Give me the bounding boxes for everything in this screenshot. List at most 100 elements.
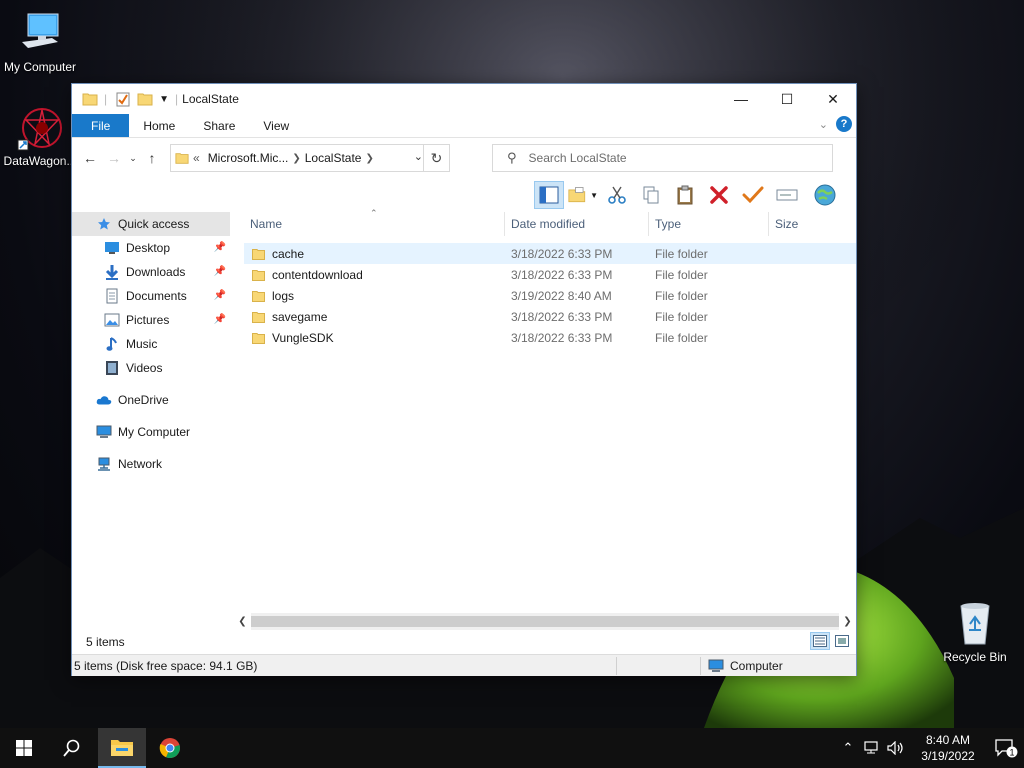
close-button[interactable]: ✕ — [810, 84, 856, 114]
address-bar[interactable]: « Microsoft.Mic... ❯ LocalState ❯ ⌄ ↻ — [170, 144, 450, 172]
file-name-cell[interactable]: savegame — [244, 310, 505, 324]
file-date: 3/19/2022 8:40 AM — [511, 288, 612, 303]
notification-icon: 1 — [995, 739, 1018, 758]
network-globe-button[interactable] — [810, 181, 840, 209]
file-name: VungleSDK — [272, 330, 334, 345]
file-type: File folder — [655, 246, 708, 261]
large-icons-view-button[interactable] — [832, 632, 852, 650]
desktop-icon-my-computer[interactable]: My Computer — [0, 10, 80, 74]
status-detail: 5 items (Disk free space: 94.1 GB) — [74, 658, 258, 673]
search-icon — [63, 739, 80, 757]
search-input[interactable]: ⚲ Search LocalState — [492, 144, 833, 172]
search-button[interactable] — [48, 728, 96, 768]
file-row[interactable]: VungleSDK 3/18/2022 6:33 PM File folder — [244, 327, 856, 348]
desktop-icon-recycle-bin[interactable]: Recycle Bin — [935, 600, 1015, 664]
forward-button[interactable]: → — [102, 146, 126, 170]
desktop-icon — [104, 240, 120, 256]
breadcrumb-chevron-icon[interactable]: ❯ — [292, 153, 300, 164]
downloads-icon — [104, 264, 120, 280]
nav-documents[interactable]: Documents 📌 — [72, 284, 230, 308]
column-header-date-modified[interactable]: Date modified — [505, 212, 649, 236]
file-date: 3/18/2022 6:33 PM — [511, 267, 613, 282]
command-toolbar: ▼ — [534, 179, 840, 211]
tab-home[interactable]: Home — [129, 114, 189, 137]
breadcrumb-segment[interactable]: LocalState — [305, 151, 362, 165]
tab-share[interactable]: Share — [189, 114, 249, 137]
horizontal-scrollbar[interactable]: ❮ ❯ — [234, 613, 856, 630]
clock-date: 3/19/2022 — [921, 749, 975, 763]
nav-my-computer[interactable]: My Computer — [72, 420, 230, 444]
scroll-left-icon[interactable]: ❮ — [234, 616, 251, 627]
address-dropdown-icon[interactable]: ⌄ — [414, 150, 423, 163]
copy-button[interactable] — [636, 181, 666, 209]
scroll-right-icon[interactable]: ❯ — [839, 616, 856, 627]
cut-button[interactable] — [602, 181, 632, 209]
file-name-cell[interactable]: VungleSDK — [244, 331, 505, 345]
desktop-icon-datawagon[interactable]: DataWagon... — [0, 104, 80, 168]
rename-button[interactable] — [772, 181, 802, 209]
file-row[interactable]: savegame 3/18/2022 6:33 PM File folder — [244, 306, 856, 327]
column-header-type[interactable]: Type — [649, 212, 769, 236]
nav-label: OneDrive — [118, 393, 169, 407]
nav-pictures[interactable]: Pictures 📌 — [72, 308, 230, 332]
select-button[interactable] — [738, 181, 768, 209]
action-center-button[interactable]: 1 — [988, 738, 1024, 758]
help-icon[interactable]: ? — [836, 116, 852, 132]
maximize-button[interactable]: ☐ — [764, 84, 810, 114]
nav-label: Pictures — [126, 313, 170, 327]
folder-icon — [252, 248, 265, 260]
nav-label: My Computer — [118, 425, 191, 439]
scroll-thumb[interactable] — [251, 616, 839, 627]
properties-icon[interactable] — [115, 91, 131, 107]
paste-button[interactable] — [670, 181, 700, 209]
start-button[interactable] — [0, 728, 48, 768]
scroll-track[interactable] — [251, 613, 839, 630]
taskbar: ⌃ 8:40 AM 3/19/2022 1 — [0, 728, 1024, 768]
pin-icon: 📌 — [213, 242, 226, 253]
documents-icon — [104, 288, 120, 304]
breadcrumb-overflow[interactable]: « — [193, 151, 200, 165]
item-count-bar: 5 items — [72, 632, 856, 652]
navigation-pane-button[interactable] — [534, 181, 564, 209]
tab-view[interactable]: View — [249, 114, 303, 137]
nav-onedrive[interactable]: OneDrive — [72, 388, 230, 412]
file-name-cell[interactable]: contentdownload — [244, 268, 505, 282]
recent-locations-icon[interactable]: ⌄ — [126, 146, 140, 170]
address-row: ← → ⌄ ↑ « Microsoft.Mic... ❯ LocalState … — [72, 138, 856, 178]
nav-downloads[interactable]: Downloads 📌 — [72, 260, 230, 284]
nav-desktop[interactable]: Desktop 📌 — [72, 236, 230, 260]
tab-file[interactable]: File — [72, 114, 130, 137]
minimize-button[interactable]: — — [718, 84, 764, 114]
file-name: contentdownload — [272, 267, 363, 282]
file-row[interactable]: contentdownload 3/18/2022 6:33 PM File fol… — [244, 264, 856, 285]
nav-videos[interactable]: Videos — [72, 356, 230, 380]
breadcrumb-chevron-icon[interactable]: ❯ — [365, 153, 373, 164]
refresh-button[interactable]: ↻ — [423, 145, 449, 171]
show-hidden-icons-icon[interactable]: ⌃ — [836, 740, 860, 756]
file-name-cell[interactable]: cache — [244, 247, 505, 261]
recycle-bin-icon — [951, 600, 999, 648]
file-row[interactable]: logs 3/19/2022 8:40 AM File folder — [244, 285, 856, 306]
delete-button[interactable] — [704, 181, 734, 209]
details-view-button[interactable] — [810, 632, 830, 650]
volume-icon[interactable] — [884, 741, 908, 755]
column-header-size[interactable]: Size — [769, 212, 849, 236]
file-row[interactable]: cache 3/18/2022 6:33 PM File folder — [244, 243, 856, 264]
back-button[interactable]: ← — [78, 146, 102, 170]
file-name-cell[interactable]: logs — [244, 289, 505, 303]
network-status-icon[interactable] — [860, 741, 884, 755]
nav-music[interactable]: Music — [72, 332, 230, 356]
clock[interactable]: 8:40 AM 3/19/2022 — [908, 732, 988, 764]
nav-quick-access[interactable]: Quick access — [72, 212, 230, 236]
new-folder-icon[interactable] — [137, 91, 153, 107]
taskbar-file-explorer[interactable] — [98, 728, 146, 768]
folder-icon — [252, 290, 265, 302]
nav-network[interactable]: Network — [72, 452, 230, 476]
expand-ribbon-icon[interactable]: ⌄ — [819, 118, 828, 131]
breadcrumb-segment[interactable]: Microsoft.Mic... — [208, 151, 289, 165]
clock-time: 8:40 AM — [925, 733, 971, 747]
customize-quick-access-icon[interactable]: ▼ — [159, 94, 169, 105]
taskbar-chrome[interactable] — [146, 728, 194, 768]
up-button[interactable]: ↑ — [140, 146, 164, 170]
open-button[interactable]: ▼ — [568, 181, 598, 209]
